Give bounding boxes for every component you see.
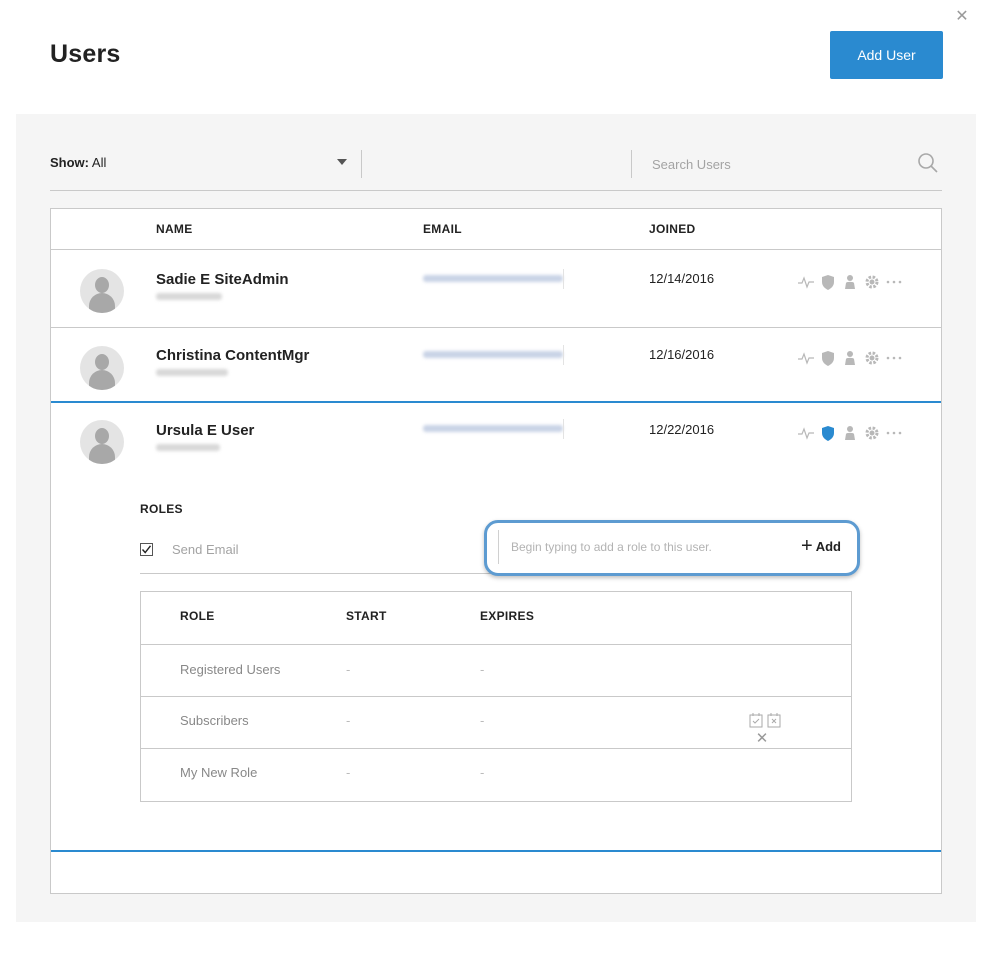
add-user-button[interactable]: Add User	[830, 31, 943, 79]
user-joined: 12/22/2016	[649, 422, 715, 437]
column-header-email[interactable]: EMAIL	[423, 222, 462, 236]
calendar-start-icon[interactable]	[749, 712, 763, 728]
shield-icon[interactable]	[819, 273, 837, 291]
column-header-expires[interactable]: EXPIRES	[480, 609, 534, 623]
column-header-role[interactable]: ROLE	[180, 609, 215, 623]
send-email-label[interactable]: Send Email	[172, 542, 238, 557]
add-role-button[interactable]: + Add	[801, 535, 841, 557]
page-title: Users	[50, 40, 121, 68]
roles-table: ROLE START EXPIRES Registered Users - - …	[140, 591, 852, 802]
user-username	[156, 293, 222, 300]
divider	[631, 150, 632, 178]
user-name: Ursula E User	[156, 422, 255, 439]
row-actions	[797, 424, 903, 442]
divider	[51, 401, 941, 403]
divider	[141, 696, 851, 697]
role-expires: -	[480, 713, 485, 728]
divider	[51, 327, 941, 328]
shield-icon[interactable]	[819, 424, 837, 442]
role-start: -	[346, 662, 351, 677]
more-icon[interactable]	[885, 273, 903, 291]
show-filter-value: All	[91, 155, 107, 170]
show-filter[interactable]: Show: All	[50, 155, 106, 170]
role-expires: -	[480, 765, 485, 780]
divider	[140, 573, 510, 574]
close-icon[interactable]: ✕	[953, 8, 971, 26]
filter-bar: Show: All	[50, 139, 942, 191]
add-role-label: Add	[815, 538, 841, 554]
avatar	[80, 346, 124, 390]
roles-title: ROLES	[140, 502, 183, 516]
row-actions	[797, 273, 903, 291]
search-input[interactable]	[652, 153, 892, 175]
role-start: -	[346, 765, 351, 780]
role-name: My New Role	[180, 765, 258, 780]
role-search-input[interactable]	[511, 537, 781, 557]
divider	[361, 150, 362, 178]
user-name: Christina ContentMgr	[156, 347, 310, 364]
column-header-start[interactable]: START	[346, 609, 387, 623]
divider	[563, 345, 564, 365]
remove-icon[interactable]: ✕	[755, 731, 769, 746]
divider	[141, 644, 851, 645]
shield-icon[interactable]	[819, 349, 837, 367]
user-username	[156, 444, 220, 451]
chevron-down-icon[interactable]	[337, 159, 347, 165]
user-email	[423, 425, 563, 432]
role-expires: -	[480, 662, 485, 677]
calendar-end-icon[interactable]	[767, 712, 781, 728]
avatar	[80, 420, 124, 464]
user-email	[423, 275, 563, 282]
divider	[51, 249, 941, 250]
column-header-joined[interactable]: JOINED	[649, 222, 695, 236]
divider	[563, 419, 564, 439]
send-email-checkbox[interactable]	[140, 543, 153, 556]
user-name: Sadie E SiteAdmin	[156, 271, 289, 288]
role-name: Registered Users	[180, 662, 281, 677]
search-icon[interactable]	[917, 152, 939, 174]
gear-icon[interactable]	[863, 273, 881, 291]
divider	[51, 850, 941, 852]
column-header-name[interactable]: NAME	[156, 222, 193, 236]
divider	[563, 269, 564, 289]
person-icon[interactable]	[841, 424, 859, 442]
user-username	[156, 369, 228, 376]
plus-icon: +	[801, 535, 813, 557]
users-table: NAME EMAIL JOINED Sadie E SiteAdmin 12/1…	[50, 208, 942, 894]
activity-icon[interactable]	[797, 424, 815, 442]
row-actions	[797, 349, 903, 367]
user-email	[423, 351, 563, 358]
person-icon[interactable]	[841, 349, 859, 367]
role-start: -	[346, 713, 351, 728]
more-icon[interactable]	[885, 424, 903, 442]
role-input-field: + Add	[484, 520, 860, 576]
activity-icon[interactable]	[797, 273, 815, 291]
divider	[141, 748, 851, 749]
show-filter-label: Show:	[50, 155, 89, 170]
user-joined: 12/16/2016	[649, 347, 715, 362]
gear-icon[interactable]	[863, 349, 881, 367]
gear-icon[interactable]	[863, 424, 881, 442]
role-name: Subscribers	[180, 713, 249, 728]
more-icon[interactable]	[885, 349, 903, 367]
person-icon[interactable]	[841, 273, 859, 291]
avatar	[80, 269, 124, 313]
user-joined: 12/14/2016	[649, 271, 715, 286]
activity-icon[interactable]	[797, 349, 815, 367]
